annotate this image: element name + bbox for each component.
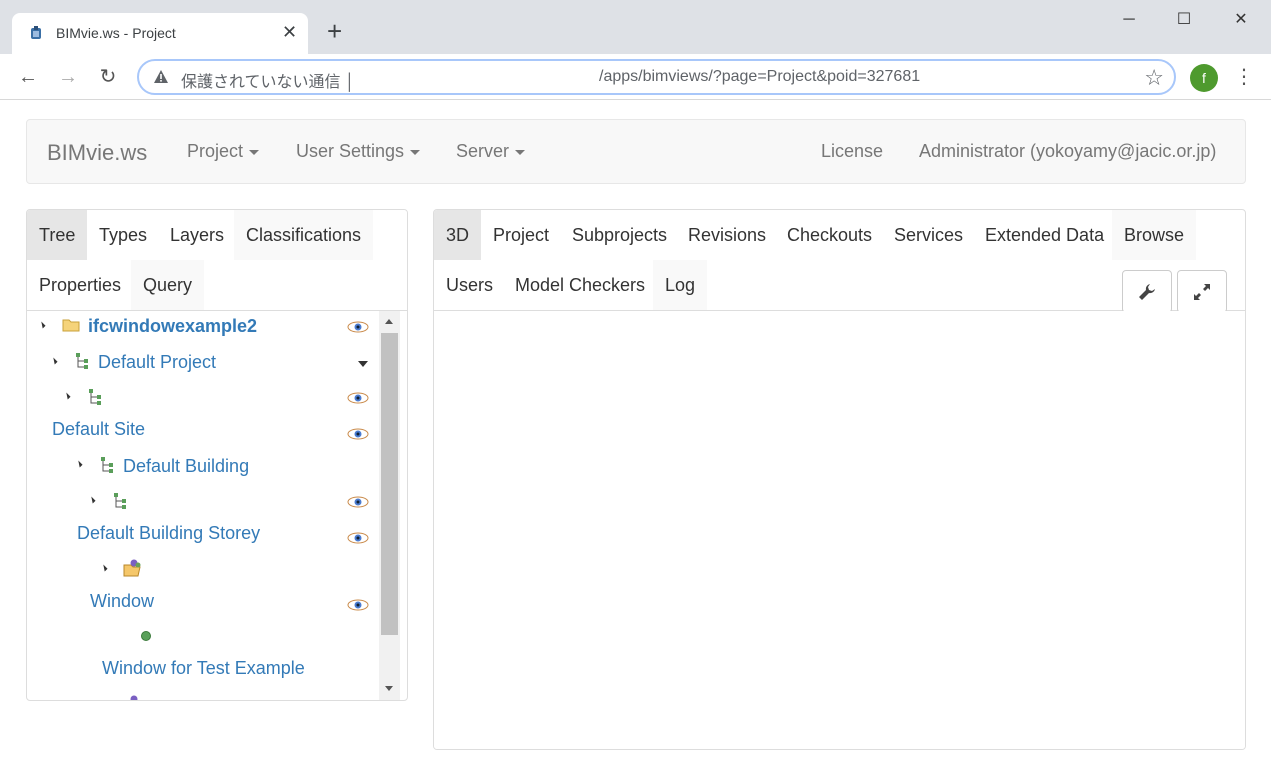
right-panel: 3D Project Subprojects Revisions Checkou… [433, 209, 1246, 750]
nav-project-dropdown[interactable]: Project [187, 141, 260, 162]
tree-site-label[interactable]: Default Site [52, 419, 145, 440]
caret-down-icon [249, 149, 260, 155]
object-dot-icon [141, 631, 151, 641]
tab-checkouts[interactable]: Checkouts [775, 210, 885, 260]
collapse-toggle-icon[interactable] [63, 392, 71, 400]
warning-icon [154, 70, 168, 83]
3d-viewport[interactable] [434, 311, 1245, 749]
maximize-icon[interactable]: ☐ [1161, 6, 1207, 34]
tree-building-label[interactable]: Default Building [123, 456, 249, 477]
collapse-toggle-icon[interactable] [88, 496, 96, 504]
open-folder-object-icon [130, 695, 138, 700]
scroll-up-icon[interactable] [385, 319, 393, 324]
fullscreen-button[interactable] [1177, 270, 1227, 313]
hierarchy-icon [76, 353, 88, 369]
expand-icon [1194, 284, 1210, 300]
scroll-down-icon[interactable] [385, 686, 393, 691]
scroll-thumb[interactable] [381, 333, 398, 635]
browser-toolbar: ← → ↻ 保護されていない通信 │ /apps/bimviews/?page=… [0, 54, 1271, 100]
caret-down-icon[interactable] [358, 361, 368, 367]
wrench-icon [1139, 284, 1155, 300]
browser-titlebar: BIMvie.ws - Project ✕ + ─ ☐ ✕ [0, 0, 1271, 54]
eye-icon[interactable] [347, 392, 369, 404]
collapse-toggle-icon[interactable] [75, 460, 83, 468]
right-tabs: 3D Project Subprojects Revisions Checkou… [434, 210, 1245, 313]
tab-model-checkers[interactable]: Model Checkers [503, 260, 658, 310]
bimviews-favicon-icon [31, 26, 41, 39]
window-close-icon[interactable]: ✕ [1218, 6, 1264, 34]
minimize-icon[interactable]: ─ [1106, 6, 1152, 34]
eye-icon[interactable] [347, 496, 369, 508]
folder-icon [62, 319, 80, 332]
new-tab-icon[interactable]: + [327, 18, 342, 44]
url-text: /apps/bimviews/?page=Project&poid=327681 [599, 68, 921, 85]
tab-browse[interactable]: Browse [1112, 210, 1197, 260]
tab-layers[interactable]: Layers [158, 210, 237, 260]
tab-types[interactable]: Types [87, 210, 160, 260]
nav-license[interactable]: License [821, 141, 883, 162]
reload-icon[interactable]: ↻ [93, 62, 123, 92]
object-tree: ifcwindowexample2 Default Project Defaul… [27, 311, 379, 700]
browser-tab[interactable]: BIMvie.ws - Project ✕ [12, 13, 308, 54]
app-navbar: BIMvie.ws Project User Settings Server L… [26, 119, 1246, 184]
nav-server-dropdown[interactable]: Server [456, 141, 526, 162]
left-tabs: Tree Types Layers Classifications Proper… [27, 210, 407, 311]
bookmark-star-icon[interactable]: ☆ [1144, 65, 1164, 91]
caret-down-icon [515, 149, 526, 155]
tree-window-group-label[interactable]: Window [90, 591, 154, 612]
address-bar[interactable]: 保護されていない通信 │ /apps/bimviews/?page=Projec… [137, 59, 1176, 95]
eye-icon[interactable] [347, 321, 369, 333]
hierarchy-icon [101, 457, 113, 473]
collapse-toggle-icon[interactable] [38, 321, 46, 329]
tab-users[interactable]: Users [434, 260, 506, 310]
tab-properties[interactable]: Properties [27, 260, 134, 310]
eye-icon[interactable] [347, 532, 369, 544]
collapse-toggle-icon[interactable] [50, 357, 58, 365]
open-folder-object-icon [123, 559, 141, 577]
tab-log[interactable]: Log [653, 260, 708, 310]
tab-close-icon[interactable]: ✕ [282, 21, 297, 43]
hierarchy-icon [89, 389, 101, 405]
eye-icon[interactable] [347, 428, 369, 440]
tab-extended-data[interactable]: Extended Data [973, 210, 1117, 260]
hierarchy-icon [114, 493, 126, 509]
eye-icon[interactable] [347, 599, 369, 611]
nav-user[interactable]: Administrator (yokoyamy@jacic.or.jp) [919, 141, 1216, 162]
tree-root-label[interactable]: ifcwindowexample2 [88, 316, 257, 337]
nav-user-settings-dropdown[interactable]: User Settings [296, 141, 421, 162]
tree-scrollbar[interactable] [379, 311, 400, 700]
tree-storey-label[interactable]: Default Building Storey [77, 523, 260, 544]
security-label: 保護されていない通信 │ [181, 74, 355, 91]
collapse-toggle-icon[interactable] [100, 564, 108, 572]
settings-button[interactable] [1122, 270, 1172, 313]
left-panel: Tree Types Layers Classifications Proper… [26, 209, 408, 701]
profile-avatar[interactable]: f [1190, 64, 1218, 92]
nav-project-label: Project [187, 141, 244, 161]
tab-project[interactable]: Project [481, 210, 562, 260]
nav-server-label: Server [456, 141, 510, 161]
forward-icon[interactable]: → [53, 62, 83, 92]
tab-subprojects[interactable]: Subprojects [560, 210, 680, 260]
tab-classifications[interactable]: Classifications [234, 210, 374, 260]
tab-tree[interactable]: Tree [27, 210, 89, 260]
tab-query[interactable]: Query [131, 260, 205, 310]
tab-revisions[interactable]: Revisions [676, 210, 779, 260]
tree-project-label[interactable]: Default Project [98, 352, 216, 373]
tab-title: BIMvie.ws - Project [56, 25, 176, 41]
browser-menu-icon[interactable]: ⋮ [1234, 62, 1254, 92]
tab-3d[interactable]: 3D [434, 210, 482, 260]
caret-down-icon [410, 149, 421, 155]
brand[interactable]: BIMvie.ws [47, 140, 147, 166]
nav-user-settings-label: User Settings [296, 141, 405, 161]
tree-window-item-label[interactable]: Window for Test Example [102, 658, 305, 679]
tab-services[interactable]: Services [882, 210, 976, 260]
back-icon[interactable]: ← [13, 62, 43, 92]
